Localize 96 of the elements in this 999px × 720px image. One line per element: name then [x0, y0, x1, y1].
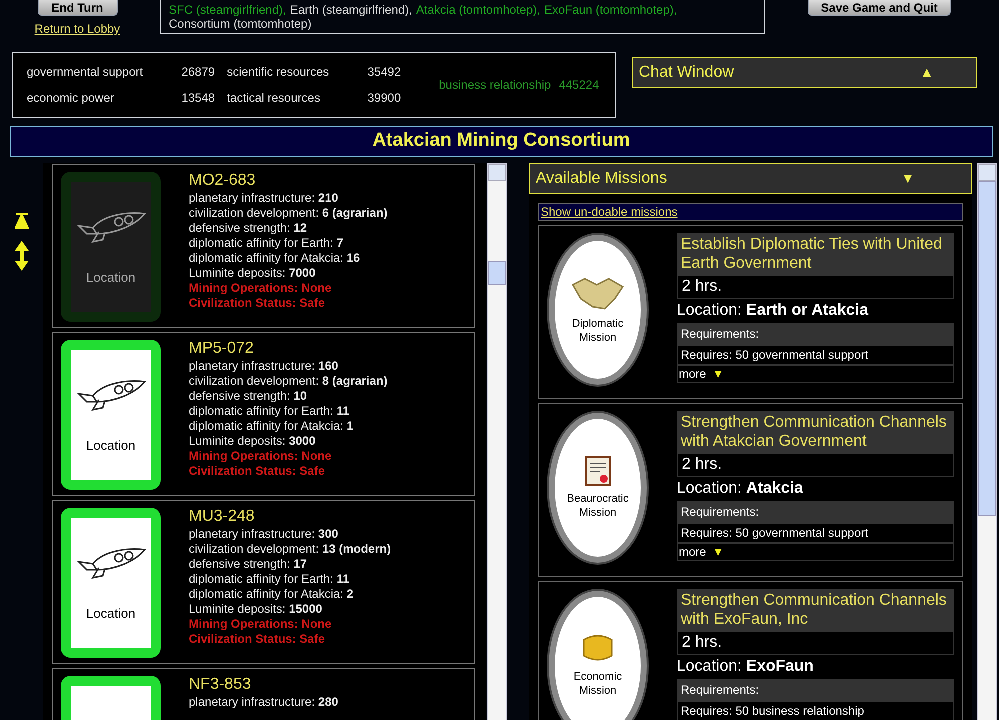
- mission-requirement: Requires: 50 governmental support: [677, 345, 954, 365]
- location-status: Mining Operations: None: [189, 449, 333, 464]
- resource-label: scientific resources: [227, 64, 330, 81]
- mission-card[interactable]: Beaurocratic Mission Strengthen Communication Channels with Atakcian Government 2 hrs. Location: Atakcia Requirements: Requires: 50 governmental support more ▼: [538, 403, 963, 577]
- resource-value: 39900: [366, 90, 402, 107]
- location-card[interactable]: [52, 164, 475, 328]
- location-stat: defensive strength: 12: [189, 221, 308, 236]
- resource-label: economic power: [27, 90, 116, 107]
- business-value: 445224: [559, 77, 600, 94]
- location-status: Mining Operations: None: [189, 617, 333, 632]
- resource-value: 13548: [180, 90, 216, 107]
- more-caret: ▼: [712, 544, 724, 561]
- player-entry: Atakcia (tomtomhotep),: [416, 3, 540, 17]
- business-label: business relationship: [439, 77, 552, 94]
- location-stat: diplomatic affinity for Atakcia: 2: [189, 587, 355, 602]
- mission-location: Location: Atakcia: [677, 479, 804, 499]
- mission-duration: 2 hrs.: [677, 631, 954, 655]
- location-card[interactable]: NF3-853 planetary infrastructure: 280: [52, 668, 475, 720]
- location-stat: civilization development: 6 (agrarian): [189, 206, 388, 221]
- more-toggle[interactable]: more ▼: [677, 365, 954, 383]
- location-status: Civilization Status: Safe: [189, 632, 326, 647]
- location-stat: Luminite deposits: 3000: [189, 434, 317, 449]
- mission-location: Location: Earth or Atakcia: [677, 301, 870, 321]
- player-entry: SFC (steamgirlfriend),: [169, 3, 286, 17]
- end-turn-button[interactable]: End Turn: [38, 0, 118, 16]
- location-stat: civilization development: 13 (modern): [189, 542, 392, 557]
- location-stat: Luminite deposits: 15000: [189, 602, 324, 617]
- location-name: NF3-853: [189, 676, 252, 694]
- player-entry: ExoFaun (tomtomhotep),: [544, 3, 678, 17]
- resource-value: 26879: [180, 64, 216, 81]
- mission-duration: 2 hrs.: [677, 453, 954, 477]
- location-stat: civilization development: 8 (agrarian): [189, 374, 388, 389]
- location-stat: planetary infrastructure: 300: [189, 527, 340, 542]
- resource-label: tactical resources: [227, 90, 322, 107]
- mission-card[interactable]: Diplomatic Mission Establish Diplomatic Ties with United Earth Government 2 hrs. Location: Earth or Atakcia Requirements: Requires: 50 governmental support more ▼: [538, 225, 963, 399]
- location-stat: Luminite deposits: 7000: [189, 266, 317, 281]
- return-to-lobby-link[interactable]: Return to Lobby: [34, 20, 120, 38]
- location-stat: diplomatic affinity for Earth: 11: [189, 572, 351, 587]
- location-stat: planetary infrastructure: 210: [189, 191, 340, 206]
- scrollbar-thumb[interactable]: [488, 261, 506, 285]
- mission-type-label: Diplomatic Mission: [571, 317, 625, 345]
- location-name: MP5-072: [189, 340, 255, 358]
- requirements-label: Requirements:: [677, 501, 954, 523]
- mission-title: Strengthen Communication Channels with Atakcian Government: [677, 411, 954, 453]
- location-name: MU3-248: [189, 508, 256, 526]
- location-card-label: Location: [86, 605, 136, 624]
- more-caret: ▼: [712, 366, 724, 383]
- collapse-toggle[interactable]: ▼: [901, 168, 915, 189]
- location-stat: diplomatic affinity for Earth: 7: [189, 236, 345, 251]
- mission-title: Strengthen Communication Channels with ExoFaun, Inc: [677, 589, 954, 631]
- resize-arrow-icon[interactable]: [14, 241, 28, 271]
- location-status: Civilization Status: Safe: [189, 464, 326, 479]
- collapse-toggle[interactable]: ▲: [920, 62, 934, 83]
- player-entry: Earth (steamgirlfriend),: [290, 3, 412, 17]
- location-stat: defensive strength: 17: [189, 557, 308, 572]
- show-undoable-missions-link[interactable]: Show un-doable missions: [538, 203, 963, 221]
- more-toggle[interactable]: more ▼: [677, 543, 954, 561]
- requirements-label: Requirements:: [677, 323, 954, 345]
- mission-type-label: Beaurocratic Mission: [566, 492, 630, 520]
- more-label: more: [679, 544, 706, 561]
- save-game-button[interactable]: Save Game and Quit: [808, 0, 951, 16]
- scroll-to-top-icon[interactable]: [14, 213, 28, 229]
- requirements-label: Requirements:: [677, 679, 954, 701]
- scrollbar[interactable]: [977, 163, 997, 720]
- mission-type-label: Economic Mission: [572, 670, 624, 698]
- mission-card[interactable]: Economic Mission Strengthen Communication Channels with ExoFaun, Inc 2 hrs. Location: ExoFaun Requirements: Requires: 50 business relationship: [538, 581, 963, 720]
- mission-requirement: Requires: 50 business relationship: [677, 701, 954, 720]
- missions-title: Available Missions: [536, 168, 668, 188]
- missions-header[interactable]: Available Missions ▼: [529, 163, 972, 194]
- location-card[interactable]: [52, 500, 475, 664]
- location-stat: planetary infrastructure: 160: [189, 359, 340, 374]
- location-stat: diplomatic affinity for Earth: 11: [189, 404, 351, 419]
- player-entry: Consortium (tomtomhotep): [169, 17, 312, 31]
- scrollbar[interactable]: [487, 163, 507, 720]
- mission-requirement: Requires: 50 governmental support: [677, 523, 954, 543]
- location-card[interactable]: [52, 332, 475, 496]
- chat-window-header[interactable]: Chat Window ▲: [632, 57, 977, 88]
- location-stat: planetary infrastructure: 280: [189, 695, 338, 710]
- resource-value: 35492: [366, 64, 402, 81]
- faction-title-bar: Atakcian Mining Consortium: [10, 126, 993, 157]
- more-label: more: [679, 366, 706, 383]
- location-status: Civilization Status: Safe: [189, 296, 326, 311]
- location-stat: defensive strength: 10: [189, 389, 308, 404]
- clipboard-icon: [585, 456, 611, 486]
- chat-window-title: Chat Window: [639, 62, 736, 82]
- location-card-label: Location: [86, 437, 136, 456]
- resource-label: governmental support: [27, 64, 144, 81]
- scrollbar-thumb[interactable]: [978, 181, 996, 516]
- location-stat: diplomatic affinity for Atakcia: 1: [189, 419, 355, 434]
- location-stat: diplomatic affinity for Atakcia: 16: [189, 251, 362, 266]
- mission-title: Establish Diplomatic Ties with United Earth Government: [677, 233, 954, 275]
- location-card-label: Location: [86, 269, 136, 288]
- location-name: MO2-683: [189, 172, 257, 190]
- location-status: Mining Operations: None: [189, 281, 333, 296]
- mission-location: Location: ExoFaun: [677, 657, 815, 677]
- mission-duration: 2 hrs.: [677, 275, 954, 299]
